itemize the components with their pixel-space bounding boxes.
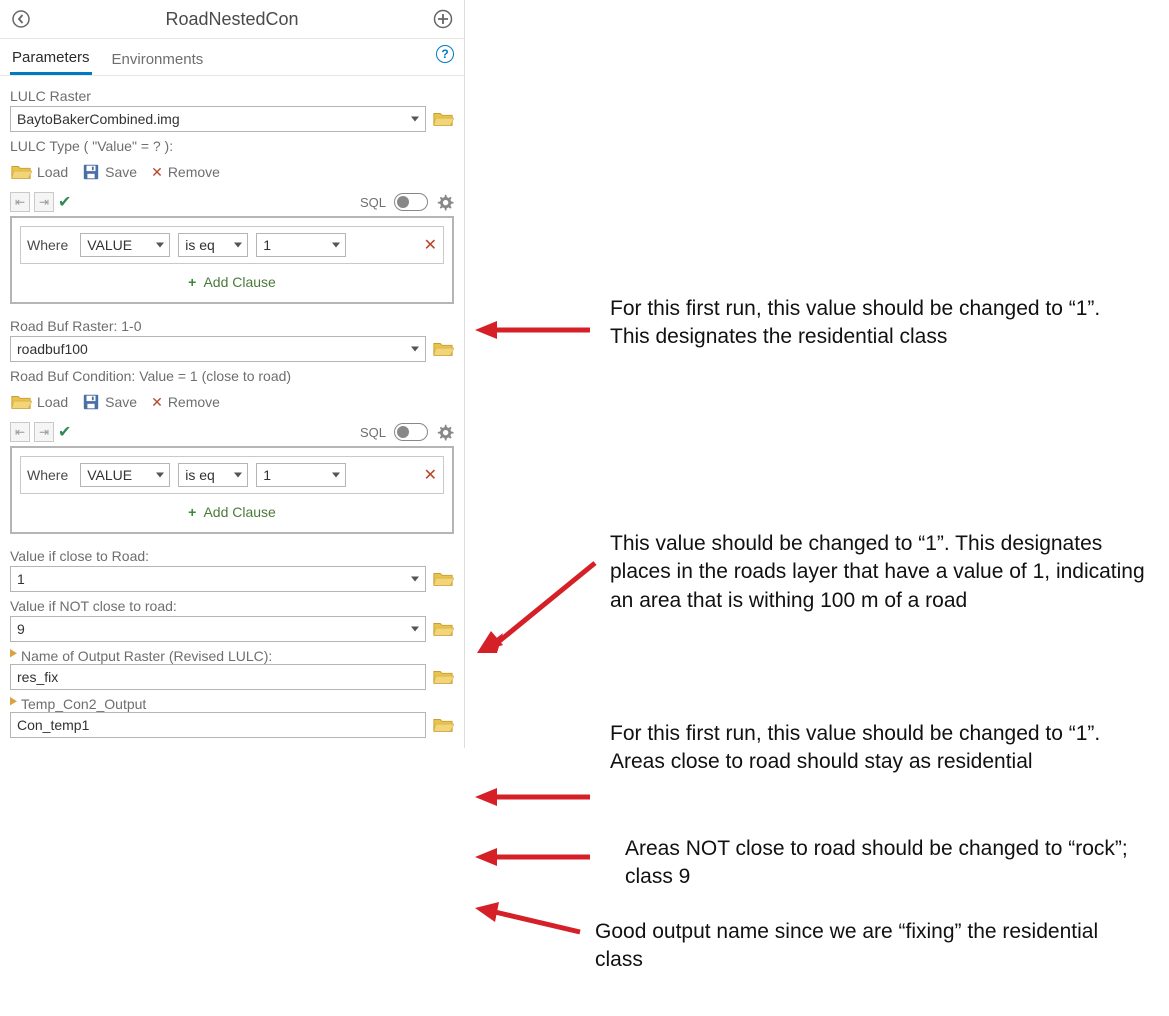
clause-value-dropdown[interactable]: 1 <box>256 233 346 257</box>
clause-row: Where VALUE is eq 1 ✕ <box>20 456 444 494</box>
save-button[interactable]: Save <box>82 163 137 181</box>
warning-flag-icon <box>10 649 17 663</box>
lulc-type-label: LULC Type ( "Value" = ? ): <box>10 132 454 156</box>
warning-flag-icon <box>10 697 17 711</box>
query-builder-1: Where VALUE is eq 1 ✕ + Add Clause <box>10 216 454 304</box>
where-label: Where <box>27 237 72 253</box>
load-label: Load <box>37 394 68 410</box>
help-icon[interactable]: ? <box>436 45 454 63</box>
lulc-raster-input[interactable]: BaytoBakerCombined.img <box>10 106 426 132</box>
sql-label: SQL <box>360 195 386 210</box>
clause-value-dropdown[interactable]: 1 <box>256 463 346 487</box>
add-clause-label: Add Clause <box>203 504 275 520</box>
folder-open-icon <box>10 392 32 412</box>
temp-output-label: Temp_Con2_Output <box>21 696 146 712</box>
tabs-row: Parameters Environments ? <box>0 39 464 76</box>
validate-icon[interactable]: ✔ <box>58 192 71 212</box>
expression-toolbar-2: Load Save ✕ Remove <box>10 386 454 418</box>
remove-clause-icon[interactable]: ✕ <box>424 235 437 255</box>
clause-field-dropdown[interactable]: VALUE <box>80 233 170 257</box>
indent-left-icon[interactable]: ⇤ <box>10 422 30 442</box>
browse-icon[interactable] <box>432 619 454 639</box>
gear-icon[interactable] <box>436 193 454 211</box>
roadbuf-raster-input[interactable]: roadbuf100 <box>10 336 426 362</box>
sql-label: SQL <box>360 425 386 440</box>
browse-icon[interactable] <box>432 109 454 129</box>
tool-panel: RoadNestedCon Parameters Environments ? … <box>0 0 465 748</box>
back-icon[interactable] <box>10 8 32 30</box>
remove-label: Remove <box>168 164 220 180</box>
indent-left-icon[interactable]: ⇤ <box>10 192 30 212</box>
add-clause-button[interactable]: + Add Clause <box>20 264 444 294</box>
query-controls-2: ⇤ ⇥ ✔ SQL <box>10 418 454 446</box>
val-close-label: Value if close to Road: <box>10 542 454 566</box>
sql-toggle[interactable] <box>394 193 428 211</box>
save-icon <box>82 163 100 181</box>
roadbuf-raster-label: Road Buf Raster: 1-0 <box>10 312 454 336</box>
expression-toolbar: Load Save ✕ Remove <box>10 156 454 188</box>
annotation-text: Areas NOT close to road should be change… <box>625 835 1145 892</box>
add-clause-button[interactable]: + Add Clause <box>20 494 444 524</box>
clause-field-dropdown[interactable]: VALUE <box>80 463 170 487</box>
arrow-icon <box>475 845 595 869</box>
save-label: Save <box>105 394 137 410</box>
x-icon: ✕ <box>151 164 163 181</box>
save-icon <box>82 393 100 411</box>
clause-operator-dropdown[interactable]: is eq <box>178 463 248 487</box>
val-notclose-input[interactable]: 9 <box>10 616 426 642</box>
query-builder-2: Where VALUE is eq 1 ✕ + Add Clause <box>10 446 454 534</box>
indent-right-icon[interactable]: ⇥ <box>34 192 54 212</box>
load-button[interactable]: Load <box>10 392 68 412</box>
annotation-text: Good output name since we are “fixing” t… <box>595 918 1135 975</box>
browse-icon[interactable] <box>432 715 454 735</box>
val-notclose-label: Value if NOT close to road: <box>10 592 454 616</box>
folder-open-icon <box>10 162 32 182</box>
indent-right-icon[interactable]: ⇥ <box>34 422 54 442</box>
remove-button[interactable]: ✕ Remove <box>151 164 220 181</box>
load-label: Load <box>37 164 68 180</box>
sql-toggle[interactable] <box>394 423 428 441</box>
browse-icon[interactable] <box>432 339 454 359</box>
add-icon[interactable] <box>432 8 454 30</box>
remove-label: Remove <box>168 394 220 410</box>
annotation-text: For this first run, this value should be… <box>610 295 1130 352</box>
browse-icon[interactable] <box>432 569 454 589</box>
lulc-raster-label: LULC Raster <box>10 82 454 106</box>
output-name-input[interactable]: res_fix <box>10 664 426 690</box>
tool-title: RoadNestedCon <box>32 9 432 30</box>
load-button[interactable]: Load <box>10 162 68 182</box>
plus-icon: + <box>188 504 196 520</box>
save-button[interactable]: Save <box>82 393 137 411</box>
gear-icon[interactable] <box>436 423 454 441</box>
arrow-icon <box>475 318 595 342</box>
remove-clause-icon[interactable]: ✕ <box>424 465 437 485</box>
x-icon: ✕ <box>151 394 163 411</box>
save-label: Save <box>105 164 137 180</box>
arrow-icon <box>475 555 605 655</box>
annotation-text: This value should be changed to “1”. Thi… <box>610 530 1150 615</box>
val-close-input[interactable]: 1 <box>10 566 426 592</box>
browse-icon[interactable] <box>432 667 454 687</box>
arrow-icon <box>475 785 595 809</box>
arrow-icon <box>475 902 585 942</box>
annotation-text: For this first run, this value should be… <box>610 720 1130 777</box>
output-name-label: Name of Output Raster (Revised LULC): <box>21 648 272 664</box>
tab-parameters[interactable]: Parameters <box>10 45 92 75</box>
temp-output-input[interactable]: Con_temp1 <box>10 712 426 738</box>
clause-operator-dropdown[interactable]: is eq <box>178 233 248 257</box>
add-clause-label: Add Clause <box>203 274 275 290</box>
where-label: Where <box>27 467 72 483</box>
remove-button[interactable]: ✕ Remove <box>151 394 220 411</box>
title-bar: RoadNestedCon <box>0 0 464 39</box>
plus-icon: + <box>188 274 196 290</box>
validate-icon[interactable]: ✔ <box>58 422 71 442</box>
clause-row: Where VALUE is eq 1 ✕ <box>20 226 444 264</box>
tab-environments[interactable]: Environments <box>110 47 206 74</box>
query-controls: ⇤ ⇥ ✔ SQL <box>10 188 454 216</box>
roadbuf-cond-label: Road Buf Condition: Value = 1 (close to … <box>10 362 454 386</box>
